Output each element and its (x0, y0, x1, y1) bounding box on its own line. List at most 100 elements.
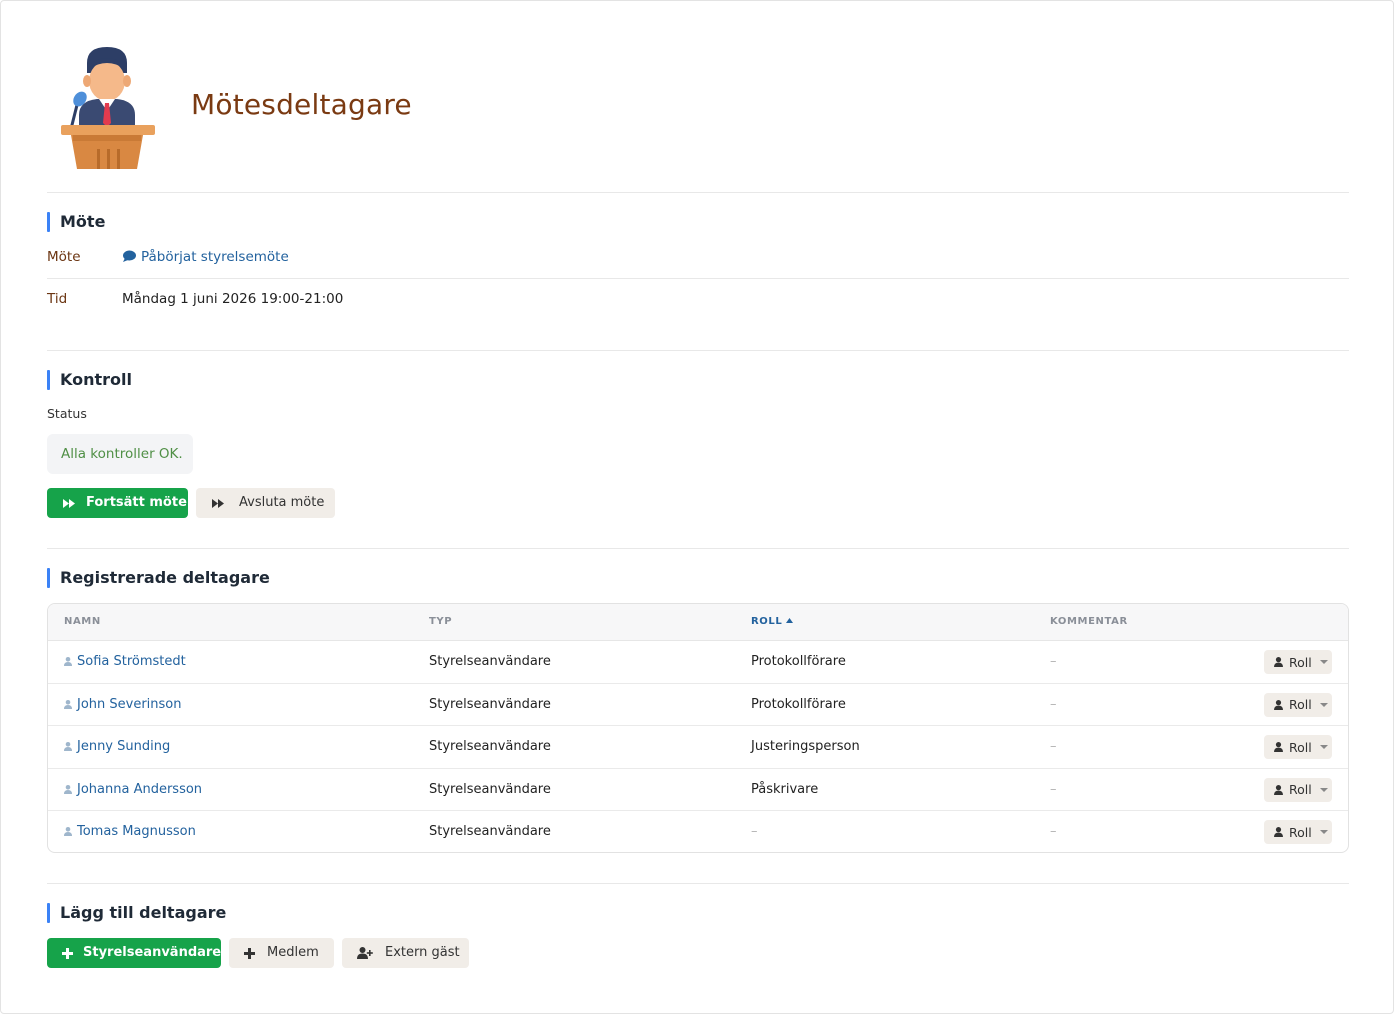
column-header-role[interactable]: ROLL (751, 616, 794, 627)
user-icon (1274, 827, 1283, 837)
meeting-link[interactable]: Påbörjat styrelsemöte (122, 249, 289, 265)
participant-name[interactable]: Johanna Andersson (77, 782, 202, 797)
participant-name[interactable]: Tomas Magnusson (77, 824, 196, 839)
table-row: Johanna Andersson Styrelseanvändare Påskri… (48, 769, 1348, 811)
user-icon (64, 657, 72, 666)
add-guest-label: Extern gäst (385, 945, 460, 960)
participant-name[interactable]: John Severinson (77, 697, 182, 712)
table-row: Sofia Strömstedt Styrelseanvändare Protoko… (48, 641, 1348, 684)
participant-name-link[interactable]: Tomas Magnusson (64, 824, 196, 839)
table-row: John Severinson Styrelseanvändare Protokol… (48, 684, 1348, 726)
user-icon (64, 827, 72, 836)
status-message: Alla kontroller OK. (47, 434, 193, 474)
role-dropdown-label: Roll (1289, 697, 1312, 712)
sort-ascending-icon (786, 618, 794, 623)
fast-forward-icon (63, 498, 75, 508)
table-body: Sofia Strömstedt Styrelseanvändare Protoko… (48, 641, 1348, 852)
user-icon (64, 784, 72, 794)
section-heading-participants: Registrerade deltagare (47, 568, 270, 588)
continue-meeting-button[interactable]: Fortsätt möte (47, 488, 188, 518)
chevron-down-icon (1319, 745, 1328, 749)
participant-type: Styrelseanvändare (429, 654, 551, 669)
time-value: Måndag 1 juni 2026 19:00-21:00 (122, 291, 344, 307)
user-icon (64, 699, 72, 709)
participant-name[interactable]: Jenny Sunding (77, 739, 170, 754)
role-dropdown-button[interactable]: Roll (1264, 735, 1332, 759)
role-dropdown-label: Roll (1289, 782, 1312, 797)
participant-role: Protokollförare (751, 696, 846, 712)
section-heading-add-participant: Lägg till deltagare (47, 903, 226, 923)
participant-role: – (751, 824, 758, 839)
participants-table: NAMN TYP ROLL KOMMENTAR Sofia Strömstedt… (47, 603, 1349, 853)
user-icon (1274, 742, 1283, 752)
time-label: Tid (47, 291, 68, 307)
participant-type: Styrelseanvändare (429, 824, 551, 839)
add-guest-button[interactable]: Extern gäst (342, 938, 469, 968)
meeting-label: Möte (47, 249, 81, 265)
role-dropdown-button[interactable]: Roll (1264, 777, 1332, 802)
page-title: Mötesdeltagare (191, 88, 412, 121)
user-icon (1274, 699, 1283, 710)
table-header: NAMN TYP ROLL KOMMENTAR (48, 604, 1348, 641)
role-dropdown-label: Roll (1289, 824, 1312, 840)
participant-name-link[interactable]: Jenny Sunding (64, 739, 170, 754)
chevron-down-icon (1319, 787, 1328, 792)
chat-bubble-icon (123, 250, 136, 262)
add-member-label: Medlem (267, 945, 319, 960)
participant-comment: – (1050, 739, 1057, 754)
column-header-role-label: ROLL (751, 616, 783, 627)
fast-forward-icon (212, 498, 224, 508)
role-dropdown-button[interactable]: Roll (1264, 692, 1332, 717)
add-board-user-label: Styrelseanvändare (83, 945, 222, 960)
plus-icon (244, 947, 255, 959)
participant-type: Styrelseanvändare (429, 739, 551, 754)
participant-role: Påskrivare (751, 781, 819, 797)
participant-comment: – (1050, 824, 1057, 839)
user-icon (1274, 657, 1283, 667)
table-row: Tomas Magnusson Styrelseanvändare – – Roll (48, 811, 1348, 852)
add-board-user-button[interactable]: Styrelseanvändare (47, 938, 221, 968)
role-dropdown-button[interactable]: Roll (1264, 820, 1332, 844)
column-header-type[interactable]: TYP (429, 616, 452, 627)
end-meeting-button[interactable]: Avsluta möte (196, 488, 335, 518)
divider (47, 192, 1349, 193)
divider (47, 278, 1349, 279)
meeting-link-text[interactable]: Påbörjat styrelsemöte (141, 249, 289, 265)
column-header-name[interactable]: NAMN (64, 616, 101, 627)
role-dropdown-button[interactable]: Roll (1264, 650, 1332, 674)
participant-type: Styrelseanvändare (429, 696, 551, 712)
end-meeting-label: Avsluta möte (239, 495, 325, 510)
speaker-at-podium-icon (61, 47, 155, 169)
participant-role: Protokollförare (751, 654, 846, 669)
table-row: Jenny Sunding Styrelseanvändare Justerings… (48, 726, 1348, 769)
page-frame: Mötesdeltagare Möte Möte Påbörjat styrel… (0, 0, 1394, 1014)
participant-name-link[interactable]: John Severinson (64, 697, 182, 712)
divider (47, 350, 1349, 351)
section-heading-kontroll: Kontroll (47, 370, 132, 390)
status-label: Status (47, 406, 87, 421)
user-icon (1274, 784, 1283, 795)
participant-type: Styrelseanvändare (429, 781, 551, 797)
participant-name-link[interactable]: Johanna Andersson (64, 782, 202, 797)
continue-meeting-label: Fortsätt möte (86, 495, 187, 510)
participant-comment: – (1050, 654, 1057, 669)
page-header: Mötesdeltagare (47, 41, 1349, 171)
participant-comment: – (1050, 781, 1057, 797)
plus-icon (62, 947, 73, 959)
section-heading-mote: Möte (47, 212, 105, 232)
participant-name-link[interactable]: Sofia Strömstedt (64, 654, 186, 669)
column-header-comment[interactable]: KOMMENTAR (1050, 616, 1128, 627)
user-plus-icon (357, 947, 373, 959)
participant-role: Justeringsperson (751, 739, 860, 754)
chevron-down-icon (1319, 702, 1328, 707)
divider (47, 883, 1349, 884)
add-member-button[interactable]: Medlem (229, 938, 334, 968)
chevron-down-icon (1319, 660, 1328, 664)
user-icon (64, 742, 72, 751)
role-dropdown-label: Roll (1289, 739, 1312, 755)
participant-name[interactable]: Sofia Strömstedt (77, 654, 186, 669)
divider (47, 548, 1349, 549)
participant-comment: – (1050, 696, 1057, 712)
role-dropdown-label: Roll (1289, 654, 1312, 670)
chevron-down-icon (1319, 830, 1328, 834)
